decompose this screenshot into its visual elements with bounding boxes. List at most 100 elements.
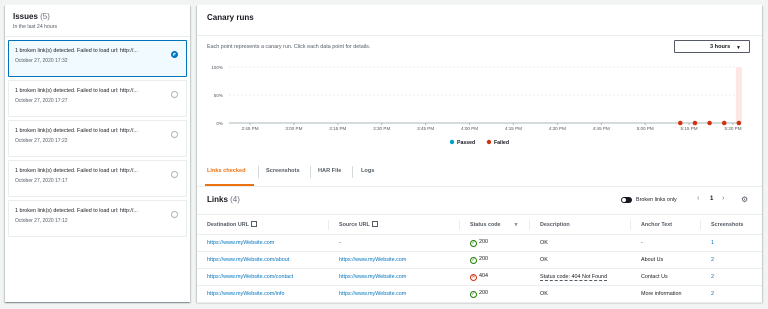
table-header-row: Destination URL Source URL Status code ▿ … <box>197 214 762 235</box>
page-number[interactable]: 1 <box>710 196 713 202</box>
anchor-text: - <box>641 240 643 246</box>
destination-url-cell: https://www.myWebsite.com/info <box>197 285 329 303</box>
legend-passed-label[interactable]: Passed <box>457 140 475 146</box>
issue-radio-button[interactable] <box>171 131 178 138</box>
issues-title-text: Issues <box>13 12 38 21</box>
source-url-cell: https://www.myWebsite.com <box>329 268 460 286</box>
screenshots-cell: 1 <box>701 234 762 252</box>
tab-har-file[interactable]: HAR File <box>318 168 341 174</box>
x-tick-label: 4:30 PM <box>549 126 566 131</box>
legend-failed-label[interactable]: Failed <box>494 140 509 146</box>
tab-links-checked[interactable]: Links checked <box>207 168 246 174</box>
description-text[interactable]: Status code: 404 Not Found <box>540 274 608 281</box>
tab-logs[interactable]: Logs <box>361 168 374 174</box>
issues-panel: Issues (5) In the last 24 hours 1 broken… <box>5 5 190 302</box>
tab-bar: Links checked Screenshots HAR File Logs <box>197 160 762 187</box>
column-source-url[interactable]: Source URL <box>329 214 460 235</box>
issues-subtitle: In the last 24 hours <box>13 24 58 30</box>
description-cell: Status code: 404 Not Found <box>530 268 631 286</box>
description-text: OK <box>540 240 548 246</box>
issue-item[interactable]: 1 broken link(s) detected. Failed to loa… <box>8 40 187 77</box>
destination-url-link[interactable]: https://www.myWebsite.com/contact <box>207 274 293 280</box>
x-tick-label: 2:45 PM <box>241 126 258 131</box>
tab-divider <box>310 166 311 178</box>
x-tick-label: 5:30 PM <box>724 126 741 131</box>
column-label: Status code <box>470 221 501 228</box>
status-code-cell: ✓ 200 <box>460 234 530 252</box>
y-tick-label: 0% <box>216 121 223 126</box>
failed-run-point[interactable] <box>721 120 727 126</box>
description-cell: OK <box>530 251 631 269</box>
y-tick-label: 100% <box>211 65 223 70</box>
column-label: Source URL <box>339 222 370 228</box>
column-screenshots[interactable]: Screenshots <box>701 214 762 235</box>
failed-run-point[interactable] <box>678 120 683 126</box>
issue-item[interactable]: 1 broken link(s) detected. Failed to loa… <box>8 160 187 197</box>
sort-icon[interactable]: ▿ <box>515 222 518 228</box>
destination-url-link[interactable]: https://www.myWebsite.com <box>207 240 274 246</box>
issue-radio-button[interactable] <box>171 211 178 218</box>
issues-count: (5) <box>40 12 50 21</box>
source-url[interactable]: https://www.myWebsite.com <box>339 274 406 280</box>
screenshots-cell: 2 <box>701 285 762 303</box>
destination-url-link[interactable]: https://www.myWebsite.com/info <box>207 291 285 297</box>
issue-text: 1 broken link(s) detected. Failed to loa… <box>15 48 138 54</box>
screenshots-count-link[interactable]: 1 <box>711 240 714 246</box>
status-success-icon: ✓ <box>470 291 477 298</box>
links-title-text: Links <box>207 195 228 204</box>
issue-text: 1 broken link(s) detected. Failed to loa… <box>15 168 138 174</box>
legend-passed-marker <box>449 139 455 145</box>
tab-screenshots[interactable]: Screenshots <box>266 168 300 174</box>
links-count: (4) <box>230 195 240 204</box>
anchor-text: About Us <box>641 257 664 263</box>
failed-run-point[interactable] <box>692 120 698 126</box>
table-row: https://www.myWebsite.com/about https://w… <box>197 251 762 269</box>
canary-header: Canary runs <box>197 5 762 36</box>
issue-radio-button[interactable] <box>171 91 178 98</box>
status-code-cell: ✓ 200 <box>460 285 530 303</box>
column-label: Screenshots <box>711 221 744 228</box>
description-cell: OK <box>530 285 631 303</box>
screenshots-count-link[interactable]: 2 <box>711 274 714 280</box>
status-code: 404 <box>479 273 488 279</box>
source-url[interactable]: https://www.myWebsite.com <box>339 291 406 297</box>
settings-gear-icon[interactable]: ⚙ <box>741 195 748 204</box>
column-anchor-text[interactable]: Anchor Text <box>631 214 701 235</box>
column-destination-url[interactable]: Destination URL <box>197 214 329 235</box>
canary-title: Canary runs <box>207 13 254 22</box>
status-error-icon: ✕ <box>470 274 477 281</box>
time-range-label: 3 hours <box>710 44 731 50</box>
failed-run-point[interactable] <box>736 120 742 126</box>
column-label: Anchor Text <box>641 221 673 228</box>
column-status-code[interactable]: Status code ▿ <box>460 214 530 235</box>
issue-radio-button[interactable] <box>171 51 178 58</box>
column-label: Description <box>540 221 570 228</box>
previous-page-icon[interactable]: ‹ <box>697 195 699 202</box>
description-text: OK <box>540 291 548 297</box>
screenshots-cell: 2 <box>701 268 762 286</box>
column-description[interactable]: Description <box>530 214 631 235</box>
issue-date: October 27, 2020 17:12 <box>15 218 68 224</box>
description-cell: OK <box>530 234 631 252</box>
links-table: Destination URL Source URL Status code ▿ … <box>197 214 762 303</box>
failed-run-point[interactable] <box>707 120 712 126</box>
anchor-text-cell: Contact Us <box>631 268 701 286</box>
time-range-select[interactable]: 3 hours ▼ <box>674 40 750 53</box>
issue-date: October 27, 2020 17:22 <box>15 138 68 144</box>
issues-title: Issues (5) <box>13 12 182 21</box>
issue-radio-button[interactable] <box>171 171 178 178</box>
x-tick-label: 5:00 PM <box>637 126 654 131</box>
broken-links-toggle[interactable] <box>621 197 632 203</box>
screenshots-cell: 2 <box>701 251 762 269</box>
issue-item[interactable]: 1 broken link(s) detected. Failed to loa… <box>8 80 187 117</box>
destination-url-link[interactable]: https://www.myWebsite.com/about <box>207 257 289 263</box>
source-url-cell: https://www.myWebsite.com <box>329 285 460 303</box>
next-page-icon[interactable]: › <box>722 195 724 202</box>
screenshots-count-link[interactable]: 2 <box>711 257 714 263</box>
issue-item[interactable]: 1 broken link(s) detected. Failed to loa… <box>8 120 187 157</box>
source-url-cell: - <box>329 234 460 252</box>
source-url[interactable]: https://www.myWebsite.com <box>339 257 406 263</box>
issue-item[interactable]: 1 broken link(s) detected. Failed to loa… <box>8 200 187 237</box>
screenshots-count-link[interactable]: 2 <box>711 291 714 297</box>
issue-date: October 27, 2020 17:27 <box>15 98 68 104</box>
